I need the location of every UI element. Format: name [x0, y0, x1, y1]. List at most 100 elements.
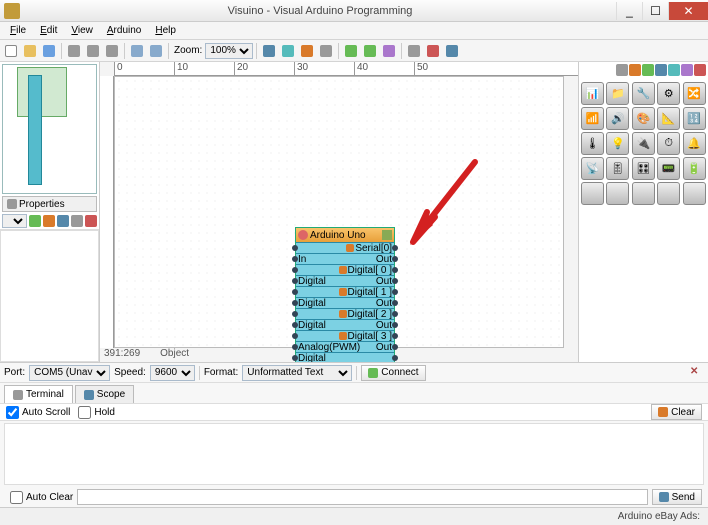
palette-item-12[interactable]: 🔌: [632, 132, 655, 155]
minimap[interactable]: [2, 64, 97, 194]
connect-button[interactable]: Connect: [361, 365, 425, 381]
tool-c[interactable]: [298, 42, 316, 60]
component-pin-row[interactable]: DigitalOut: [296, 297, 394, 308]
palette-item-13[interactable]: ⏱: [657, 132, 680, 155]
open-button[interactable]: [21, 42, 39, 60]
palette-item-0[interactable]: 📊: [581, 82, 604, 105]
palette-item-22[interactable]: [632, 182, 655, 205]
tool-d[interactable]: [317, 42, 335, 60]
zoom-select[interactable]: 100%: [205, 43, 253, 59]
autoclear-check[interactable]: Auto Clear: [10, 491, 73, 504]
tool-a[interactable]: [260, 42, 278, 60]
format-select[interactable]: Unformatted Text: [242, 365, 352, 381]
hold-check[interactable]: Hold: [78, 406, 115, 419]
arduino-component[interactable]: Arduino Uno Serial[0]InOutDigital[ 0 ]Di…: [295, 227, 395, 362]
tab-scope[interactable]: Scope: [75, 385, 134, 403]
tab-terminal[interactable]: Terminal: [4, 385, 73, 403]
palette-item-14[interactable]: 🔔: [683, 132, 706, 155]
pal-tool-5[interactable]: [681, 64, 693, 76]
props-tool-4[interactable]: [71, 215, 83, 227]
pal-tool-2[interactable]: [642, 64, 654, 76]
palette-item-10[interactable]: 🌡: [581, 132, 604, 155]
menu-view[interactable]: View: [65, 23, 99, 38]
component-pin-row[interactable]: Digital[ 1 ]: [296, 286, 394, 297]
palette-item-15[interactable]: 📡: [581, 157, 604, 180]
palette-item-7[interactable]: 🎨: [632, 107, 655, 130]
palette-item-24[interactable]: [683, 182, 706, 205]
save-button[interactable]: [40, 42, 58, 60]
component-pin-row[interactable]: DigitalOut: [296, 275, 394, 286]
props-tool-5[interactable]: [85, 215, 97, 227]
clear-button[interactable]: Clear: [651, 404, 702, 420]
component-pin-row[interactable]: DigitalOut: [296, 319, 394, 330]
palette-item-3[interactable]: ⚙: [657, 82, 680, 105]
undo-button[interactable]: [128, 42, 146, 60]
component-pin-row[interactable]: Digital[ 0 ]: [296, 264, 394, 275]
palette-item-5[interactable]: 📶: [581, 107, 604, 130]
props-tool-1[interactable]: [29, 215, 41, 227]
menu-arduino[interactable]: Arduino: [101, 23, 147, 38]
palette-item-4[interactable]: 🔀: [683, 82, 706, 105]
component-header[interactable]: Arduino Uno: [296, 228, 394, 242]
palette-item-17[interactable]: 🎛: [632, 157, 655, 180]
close-button[interactable]: ✕: [668, 2, 708, 20]
cut-button[interactable]: [65, 42, 83, 60]
panel-close-button[interactable]: ✕: [690, 366, 704, 380]
palette-item-18[interactable]: 📟: [657, 157, 680, 180]
component-pin-row[interactable]: InOut: [296, 253, 394, 264]
component-pin-row[interactable]: Analog(PWM)Out: [296, 341, 394, 352]
speed-select[interactable]: 9600: [150, 365, 195, 381]
pal-tool-1[interactable]: [629, 64, 641, 76]
tool-j[interactable]: [443, 42, 461, 60]
scope-icon: [84, 390, 94, 400]
tool-g[interactable]: [380, 42, 398, 60]
autoscroll-check[interactable]: Auto Scroll: [6, 406, 70, 419]
tool-i[interactable]: [424, 42, 442, 60]
statusbar: Arduino eBay Ads:: [0, 507, 708, 525]
palette-item-1[interactable]: 📁: [606, 82, 629, 105]
pal-tool-6[interactable]: [694, 64, 706, 76]
properties-body: [0, 230, 99, 362]
menu-edit[interactable]: Edit: [34, 23, 63, 38]
properties-toolbar: [0, 212, 99, 230]
menu-file[interactable]: File: [4, 23, 32, 38]
palette-item-20[interactable]: [581, 182, 604, 205]
props-tool-3[interactable]: [57, 215, 69, 227]
palette-item-21[interactable]: [606, 182, 629, 205]
maximize-button[interactable]: ☐: [642, 2, 668, 20]
component-pin-row[interactable]: Serial[0]: [296, 242, 394, 253]
component-config-icon[interactable]: [382, 230, 392, 240]
tool-f[interactable]: [361, 42, 379, 60]
new-button[interactable]: [2, 42, 20, 60]
properties-object-select[interactable]: [2, 214, 27, 228]
palette-item-11[interactable]: 💡: [606, 132, 629, 155]
minimize-button[interactable]: _: [616, 2, 642, 20]
tool-h[interactable]: [405, 42, 423, 60]
terminal-output[interactable]: [4, 423, 704, 485]
properties-tab[interactable]: Properties: [2, 196, 97, 212]
component-pin-row[interactable]: Digital[ 2 ]: [296, 308, 394, 319]
design-canvas[interactable]: Arduino Uno Serial[0]InOutDigital[ 0 ]Di…: [114, 76, 564, 348]
paste-button[interactable]: [103, 42, 121, 60]
palette-item-9[interactable]: 🔢: [683, 107, 706, 130]
props-tool-2[interactable]: [43, 215, 55, 227]
tool-e[interactable]: [342, 42, 360, 60]
minimap-viewport[interactable]: [17, 67, 67, 117]
component-pin-row[interactable]: Digital[ 3 ]: [296, 330, 394, 341]
redo-button[interactable]: [147, 42, 165, 60]
pal-tool-4[interactable]: [668, 64, 680, 76]
palette-item-2[interactable]: 🔧: [632, 82, 655, 105]
tool-b[interactable]: [279, 42, 297, 60]
palette-toolbar: [581, 64, 706, 80]
component-pin-row[interactable]: Digital: [296, 352, 394, 362]
port-select[interactable]: COM5 (Unav: [29, 365, 110, 381]
menu-help[interactable]: Help: [149, 23, 182, 38]
pal-tool-3[interactable]: [655, 64, 667, 76]
palette-item-6[interactable]: 🔊: [606, 107, 629, 130]
palette-item-19[interactable]: 🔋: [683, 157, 706, 180]
palette-item-8[interactable]: 📐: [657, 107, 680, 130]
palette-item-16[interactable]: 🎚: [606, 157, 629, 180]
palette-item-23[interactable]: [657, 182, 680, 205]
copy-button[interactable]: [84, 42, 102, 60]
pal-search-icon[interactable]: [616, 64, 628, 76]
